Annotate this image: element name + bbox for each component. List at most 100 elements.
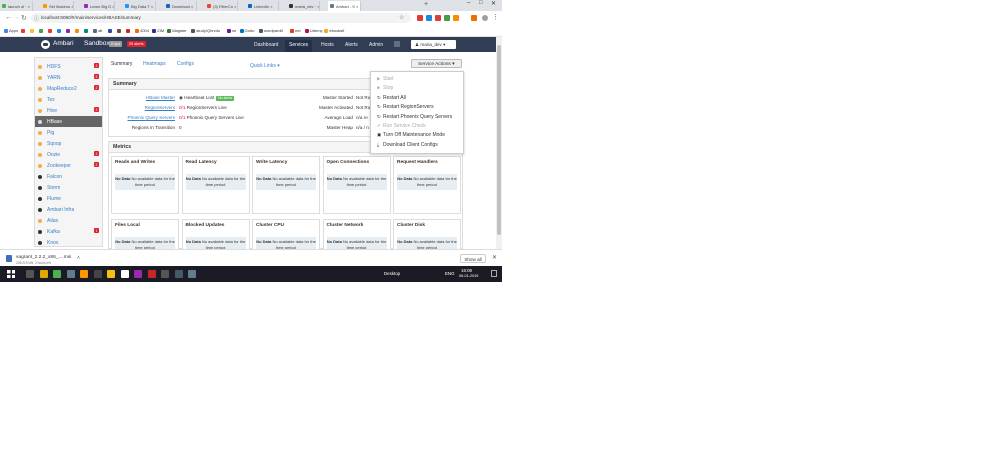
browser-tab[interactable]: LinkedIn ×	[246, 1, 279, 11]
taskbar-app-icon[interactable]	[93, 270, 102, 278]
bookmark-item[interactable]	[39, 28, 44, 33]
quick-links-dropdown[interactable]: Quick Links ▾	[250, 63, 280, 69]
bookmark-item[interactable]	[117, 28, 122, 33]
sidebar-item-kafka[interactable]: Kafka 1	[35, 226, 102, 237]
language-indicator[interactable]: ENG	[445, 271, 455, 276]
alert-count-badge[interactable]: 1	[94, 228, 99, 233]
taskbar-app-icon[interactable]	[147, 270, 156, 278]
alert-count-badge[interactable]: 3	[94, 107, 99, 112]
bookmark-item[interactable]	[21, 28, 26, 33]
sidebar-item-mapreduce2[interactable]: MapReduce2 2	[35, 83, 102, 94]
taskbar-app-icon[interactable]	[161, 270, 169, 278]
bookmark-item[interactable]	[66, 28, 71, 33]
taskbar-app-icon[interactable]	[66, 270, 75, 278]
alert-count-badge[interactable]: 2	[94, 63, 99, 68]
bookmark-item[interactable]: 4004	[135, 28, 149, 33]
alert-count-badge[interactable]: 2	[94, 151, 99, 156]
sidebar-item-hive[interactable]: Hive 3	[35, 105, 102, 116]
show-all-button[interactable]: Show all	[460, 254, 486, 263]
user-menu-button[interactable]: ♟ maria_dev ▾	[411, 40, 456, 49]
taskbar-app-icon[interactable]	[107, 270, 115, 278]
cluster-name[interactable]: Sandbox	[84, 40, 110, 47]
browser-tab[interactable]: Ambari - S ×	[328, 1, 361, 11]
alert-count-badge[interactable]: 5	[94, 74, 99, 79]
sidebar-item-atlas[interactable]: Atlas	[35, 215, 102, 226]
browser-tab[interactable]: Learn Big D ×	[82, 1, 115, 11]
sidebar-item-flume[interactable]: Flume	[35, 193, 102, 204]
bookmark-item[interactable]	[84, 28, 89, 33]
extension-icon[interactable]	[417, 15, 423, 21]
close-window-icon[interactable]: ✕	[491, 0, 496, 7]
bookmark-item[interactable]: wordpardit	[259, 28, 283, 33]
taskbar-app-icon[interactable]	[53, 270, 61, 278]
service-actions-button[interactable]: Service Actions ▾	[411, 59, 462, 68]
sidebar-item-oozie[interactable]: Oozie 2	[35, 149, 102, 160]
summary-label[interactable]: RegionServers	[105, 105, 175, 110]
sidebar-item-knox[interactable]: Knox	[35, 237, 102, 248]
extension-icon[interactable]	[426, 15, 432, 21]
bookmark-item[interactable]: alt	[93, 28, 102, 33]
profile-avatar[interactable]	[482, 15, 488, 21]
sidebar-item-tez[interactable]: Tez	[35, 94, 102, 105]
menu-item-download-client-configs[interactable]: ⤓ Download Client Configs	[377, 142, 438, 148]
nav-alerts[interactable]: Alerts	[341, 40, 362, 52]
no-alerts-badge[interactable]: No alerts	[216, 95, 234, 101]
bookmark-item[interactable]: ZIM	[152, 28, 164, 33]
tab-configs[interactable]: Configs	[177, 61, 194, 67]
nav-admin[interactable]: Admin	[365, 40, 387, 52]
bookmark-item[interactable]	[108, 28, 113, 33]
taskbar-app-icon[interactable]	[174, 270, 183, 278]
clock-time[interactable]: 16:08	[461, 268, 472, 273]
download-file-name[interactable]: vagrant_2.2.2_x86_....msi	[16, 255, 71, 260]
menu-item-restart-all[interactable]: ↻ Restart All	[377, 95, 406, 101]
alerts-badge[interactable]: 29 alerts	[127, 41, 146, 47]
bookmark-item[interactable]: Gortu	[239, 28, 255, 33]
sidebar-item-ambari-infra[interactable]: Ambari Infra	[35, 204, 102, 215]
bookmark-item[interactable]	[126, 28, 131, 33]
nav-dashboard[interactable]: Dashboard	[250, 40, 282, 52]
info-icon[interactable]: ⓘ	[34, 15, 39, 22]
views-grid-icon[interactable]	[394, 41, 400, 47]
metric-widget[interactable]: Reads and Writes No Data No available dat…	[111, 156, 179, 214]
sidebar-item-hbase[interactable]: HBase	[35, 116, 102, 127]
bookmark-item[interactable]: net	[290, 28, 301, 33]
nav-hosts[interactable]: Hosts	[317, 40, 338, 52]
taskbar-app-icon[interactable]	[134, 270, 142, 278]
extension-icon[interactable]	[444, 15, 450, 21]
browser-tab[interactable]: Set Maximu ×	[41, 1, 74, 11]
bookmark-item[interactable]: ebooksit	[324, 28, 344, 33]
clock-date[interactable]: 06-01-2019	[459, 274, 478, 278]
bookmark-star-icon[interactable]: ☆	[399, 14, 404, 21]
menu-item-restart-regionservers[interactable]: ↻ Restart RegionServers	[377, 104, 434, 110]
address-bar[interactable]: ⓘ localhost:8080/#/main/services/HBASE/s…	[31, 13, 411, 23]
minimize-icon[interactable]: –	[467, 0, 470, 6]
extension-icon[interactable]	[453, 15, 459, 21]
browser-tab[interactable]: (3) FilterCo ×	[205, 1, 238, 11]
metric-widget[interactable]: Open Connections No Data No available dat…	[322, 156, 391, 214]
menu-item-start[interactable]: ▶ Start	[377, 76, 394, 82]
taskbar-app-icon[interactable]	[188, 270, 196, 278]
bookmark-item[interactable]	[57, 28, 62, 33]
scrollbar-thumb[interactable]	[497, 45, 501, 235]
menu-item-stop[interactable]: ■ Stop	[377, 85, 393, 91]
bookmark-item[interactable]: Udemy	[304, 28, 323, 33]
summary-label[interactable]: Phoenix Query Servers	[105, 115, 176, 120]
notification-icon[interactable]	[491, 270, 497, 277]
tab-summary[interactable]: Summary	[111, 61, 132, 67]
back-arrow-icon[interactable]: ←	[5, 14, 12, 21]
sidebar-item-storm[interactable]: Storm	[35, 182, 102, 193]
bookmark-item[interactable]	[48, 28, 53, 33]
extension-icon[interactable]	[471, 15, 477, 21]
bookmark-item[interactable]: Apps	[4, 28, 18, 33]
sidebar-item-hdfs[interactable]: HDFS 2	[35, 61, 102, 72]
page-scrollbar[interactable]	[496, 37, 502, 249]
browser-tab[interactable]: Big Data T ×	[123, 1, 156, 11]
alert-count-badge[interactable]: 2	[94, 162, 99, 167]
nav-services[interactable]: Services	[285, 40, 313, 52]
metric-widget[interactable]: Request Handlers No Data No available dat…	[393, 156, 461, 214]
ambari-logo-icon[interactable]	[41, 40, 50, 49]
ambari-brand[interactable]: Ambari	[53, 40, 74, 47]
forward-arrow-icon[interactable]: →	[13, 14, 20, 21]
maximize-icon[interactable]: □	[479, 0, 483, 6]
taskbar-app-icon[interactable]	[80, 270, 88, 278]
